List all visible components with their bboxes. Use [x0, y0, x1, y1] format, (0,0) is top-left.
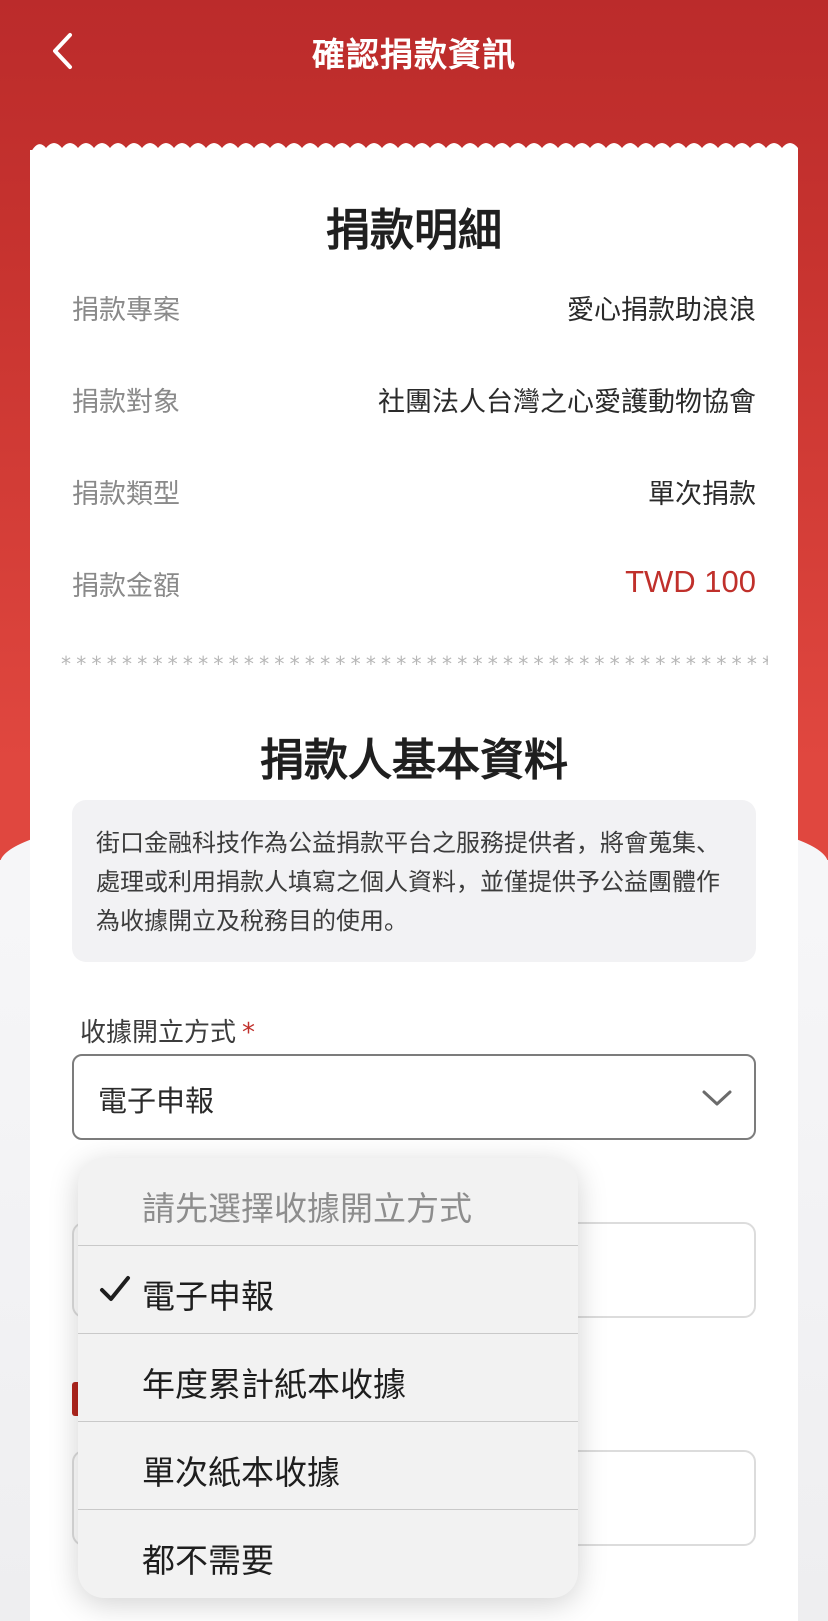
dropdown-placeholder: 請先選擇收據開立方式 [78, 1158, 578, 1246]
dropdown-option-annual-paper[interactable]: 年度累計紙本收據 [78, 1334, 578, 1422]
dropdown-placeholder-text: 請先選擇收據開立方式 [142, 1189, 472, 1228]
dotted-separator: ****************************************… [60, 652, 768, 666]
donor-info-title: 捐款人基本資料 [260, 735, 568, 786]
dropdown-option-label: 都不需要 [142, 1541, 274, 1580]
dropdown-option-e-filing[interactable]: 電子申報 [78, 1246, 578, 1334]
project-label: 捐款專案 [72, 295, 180, 326]
project-value: 愛心捐款助浪浪 [567, 295, 756, 326]
receipt-method-dropdown: 請先選擇收據開立方式 電子申報 年度累計紙本收據 單次紙本收據 都不需要 [78, 1158, 578, 1598]
receipt-method-select[interactable]: 電子申報 [72, 1054, 756, 1140]
receipt-method-label-text: 收據開立方式 [80, 1018, 237, 1048]
dropdown-option-none[interactable]: 都不需要 [78, 1510, 578, 1598]
privacy-notice: 街口金融科技作為公益捐款平台之服務提供者，將會蒐集、處理或利用捐款人填寫之個人資… [72, 800, 756, 962]
type-label: 捐款類型 [72, 479, 180, 510]
page-title: 確認捐款資訊 [312, 35, 516, 74]
recipient-value: 社團法人台灣之心愛護動物協會 [378, 387, 756, 418]
chevron-down-icon [702, 1090, 732, 1106]
donation-detail-title: 捐款明細 [326, 205, 502, 256]
amount-label: 捐款金額 [72, 571, 180, 602]
type-value: 單次捐款 [648, 479, 756, 510]
dropdown-option-label: 電子申報 [142, 1277, 274, 1316]
dropdown-option-single-paper[interactable]: 單次紙本收據 [78, 1422, 578, 1510]
recipient-label: 捐款對象 [72, 387, 180, 418]
amount-value: TWD 100 [625, 564, 756, 599]
dropdown-option-label: 年度累計紙本收據 [142, 1365, 406, 1404]
receipt-method-label: 收據開立方式 * [80, 1012, 255, 1049]
receipt-method-selected: 電子申報 [98, 1084, 215, 1118]
checkmark-icon [100, 1276, 130, 1301]
dropdown-option-label: 單次紙本收據 [142, 1453, 340, 1492]
required-mark: * [242, 1018, 256, 1048]
